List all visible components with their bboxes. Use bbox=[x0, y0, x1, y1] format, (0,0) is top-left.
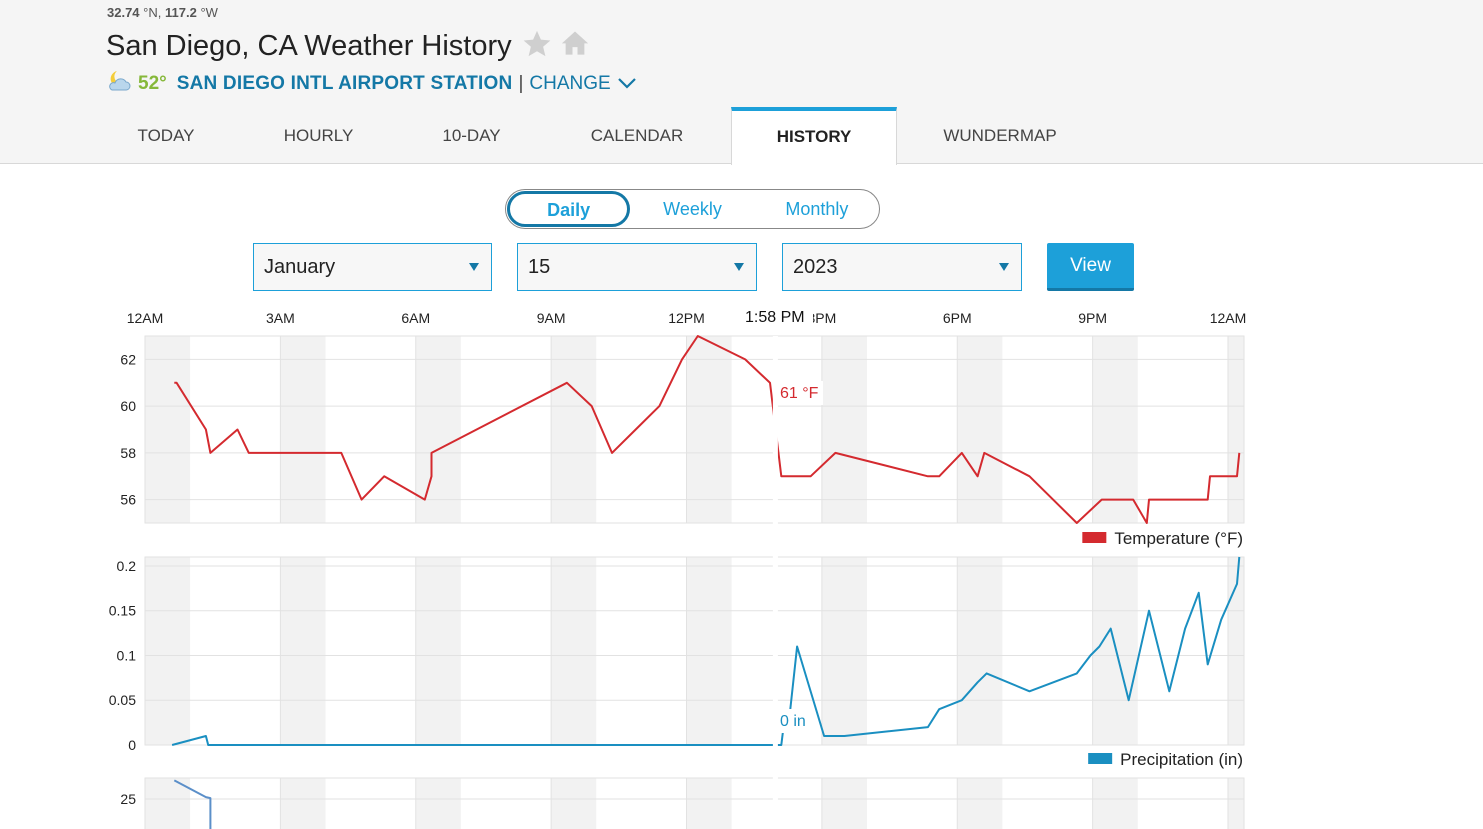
toggle-monthly[interactable]: Monthly bbox=[755, 199, 879, 220]
grid-band bbox=[415, 336, 461, 523]
grid-band bbox=[686, 336, 732, 523]
chevron-down-icon bbox=[617, 73, 637, 95]
day-select[interactable]: 15 bbox=[517, 243, 757, 291]
tab-10-day[interactable]: 10-DAY bbox=[400, 107, 543, 164]
grid-band bbox=[280, 336, 326, 523]
legend-swatch bbox=[1088, 753, 1113, 764]
grid-band bbox=[957, 778, 1003, 829]
view-button[interactable]: View bbox=[1047, 243, 1134, 291]
grid-band bbox=[145, 557, 191, 745]
legend-label: Temperature (°F) bbox=[1114, 529, 1243, 548]
star-icon[interactable] bbox=[522, 29, 552, 64]
y-tick-label: 56 bbox=[120, 492, 136, 508]
change-label: CHANGE bbox=[529, 73, 611, 94]
tab-hourly[interactable]: HOURLY bbox=[237, 107, 400, 164]
y-tick-label: 62 bbox=[120, 351, 136, 367]
temperature-tooltip: 61 °F bbox=[780, 385, 819, 402]
current-temperature: 52° bbox=[138, 73, 167, 94]
y-tick-label: 0.1 bbox=[117, 647, 137, 663]
x-tick-label: 12PM bbox=[668, 310, 705, 326]
history-charts[interactable]: 12AM 3AM 6AM 9AM 12PM 3PM 6PM 9PM 12AM56586062Te… bbox=[0, 300, 1483, 829]
separator: | bbox=[518, 73, 524, 94]
longitude-unit: °W bbox=[200, 5, 218, 20]
grid-band bbox=[957, 557, 1003, 745]
month-select[interactable]: January bbox=[253, 243, 492, 291]
grid-band bbox=[415, 557, 461, 745]
hover-time: 1:58 PM bbox=[745, 309, 805, 326]
dropdown-arrow-icon bbox=[999, 263, 1009, 271]
legend-label: Precipitation (in) bbox=[1120, 750, 1243, 769]
station-name[interactable]: SAN DIEGO INTL AIRPORT STATION bbox=[177, 73, 513, 95]
grid-band bbox=[551, 557, 597, 745]
precipitation-tooltip: 0 in bbox=[780, 713, 806, 730]
grid-band bbox=[1092, 778, 1138, 829]
year-value: 2023 bbox=[793, 256, 838, 278]
dropdown-arrow-icon bbox=[469, 263, 479, 271]
y-tick-label: 0.2 bbox=[117, 558, 137, 574]
longitude-value: 117.2 bbox=[165, 5, 197, 20]
page-title: San Diego, CA Weather History bbox=[106, 30, 512, 62]
location-header: 32.74 °N, 117.2 °W San Diego, CA Weather… bbox=[0, 0, 1483, 165]
coordinates: 32.74 °N, 117.2 °W bbox=[107, 5, 218, 20]
grid-band bbox=[686, 557, 732, 745]
day-value: 15 bbox=[528, 256, 551, 278]
grid-band bbox=[1092, 336, 1138, 523]
navigation-tabs: TODAY HOURLY 10-DAY CALENDAR HISTORY WUN… bbox=[95, 107, 1103, 165]
toggle-daily[interactable]: Daily bbox=[507, 191, 631, 227]
y-tick-label: 58 bbox=[120, 445, 136, 461]
x-tick-label: 3AM bbox=[266, 310, 295, 326]
x-tick-label: 12AM bbox=[127, 310, 164, 326]
grid-band bbox=[1228, 336, 1244, 523]
grid-band bbox=[280, 557, 326, 745]
tab-history[interactable]: HISTORY bbox=[731, 107, 897, 165]
grid-band bbox=[686, 778, 732, 829]
grid-band bbox=[821, 336, 867, 523]
x-tick-label: 6AM bbox=[401, 310, 430, 326]
station-row: 52° SAN DIEGO INTL AIRPORT STATION | CHA… bbox=[106, 69, 637, 99]
tab-today[interactable]: TODAY bbox=[95, 107, 237, 164]
grid-band bbox=[821, 557, 867, 745]
y-tick-label: 0.15 bbox=[109, 603, 136, 619]
latitude-unit: °N, bbox=[143, 5, 162, 20]
latitude-value: 32.74 bbox=[107, 5, 140, 20]
y-tick-label: 25 bbox=[120, 791, 136, 807]
grid-band bbox=[1092, 557, 1138, 745]
x-tick-label: 6PM bbox=[943, 310, 972, 326]
period-toggle: Daily Weekly Monthly bbox=[505, 189, 880, 229]
y-tick-label: 0 bbox=[128, 737, 136, 753]
x-tick-label: 9PM bbox=[1078, 310, 1107, 326]
legend-swatch bbox=[1082, 532, 1107, 543]
y-tick-label: 0.05 bbox=[109, 692, 136, 708]
toggle-weekly[interactable]: Weekly bbox=[630, 199, 754, 220]
grid-band bbox=[957, 336, 1003, 523]
grid-band bbox=[145, 336, 191, 523]
title-row: San Diego, CA Weather History bbox=[106, 29, 590, 64]
dropdown-arrow-icon bbox=[734, 263, 744, 271]
grid-band bbox=[415, 778, 461, 829]
tab-calendar[interactable]: CALENDAR bbox=[543, 107, 731, 164]
title-icons bbox=[522, 29, 590, 64]
grid-band bbox=[551, 336, 597, 523]
x-tick-label: 9AM bbox=[537, 310, 566, 326]
y-tick-label: 60 bbox=[120, 398, 136, 414]
moon-cloud-icon bbox=[106, 69, 132, 99]
change-station-link[interactable]: CHANGE bbox=[529, 73, 636, 95]
grid-band bbox=[551, 778, 597, 829]
home-icon[interactable] bbox=[560, 29, 590, 64]
grid-band bbox=[821, 778, 867, 829]
x-tick-label: 12AM bbox=[1210, 310, 1247, 326]
tab-wundermap[interactable]: WUNDERMAP bbox=[897, 107, 1103, 164]
year-select[interactable]: 2023 bbox=[782, 243, 1022, 291]
grid-band bbox=[280, 778, 326, 829]
grid-band bbox=[1228, 778, 1244, 829]
month-value: January bbox=[264, 256, 336, 278]
